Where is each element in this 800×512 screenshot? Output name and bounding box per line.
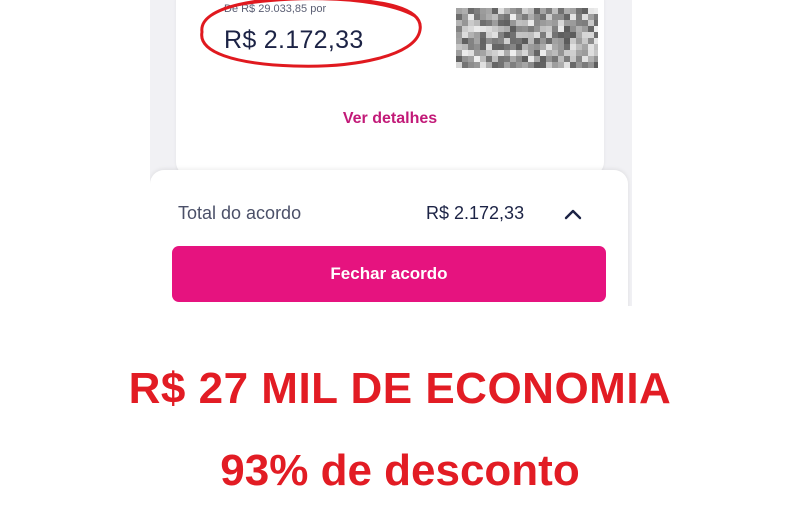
promo-headline: R$ 27 MIL DE ECONOMIA — [128, 364, 672, 413]
blurred-image — [456, 8, 598, 68]
close-deal-button[interactable]: Fechar acordo — [172, 246, 606, 302]
original-price: De R$ 29.033,85 por — [224, 3, 327, 15]
view-details-link[interactable]: Ver detalhes — [176, 110, 604, 128]
chevron-up-icon[interactable] — [562, 204, 584, 224]
total-label: Total do acordo — [178, 203, 302, 223]
promo-subheadline: 93% de desconto — [220, 446, 580, 495]
offer-card: De R$ 29.033,85 por R$ 2.172,33 Ver deta… — [176, 0, 604, 176]
app-screenshot: De R$ 29.033,85 por R$ 2.172,33 Ver deta… — [150, 0, 632, 306]
deal-summary-panel: Total do acordo R$ 2.172,33 Fechar acord… — [150, 170, 628, 306]
total-value: R$ 2.172,33 — [426, 203, 525, 223]
discounted-price: R$ 2.172,33 — [224, 26, 364, 54]
